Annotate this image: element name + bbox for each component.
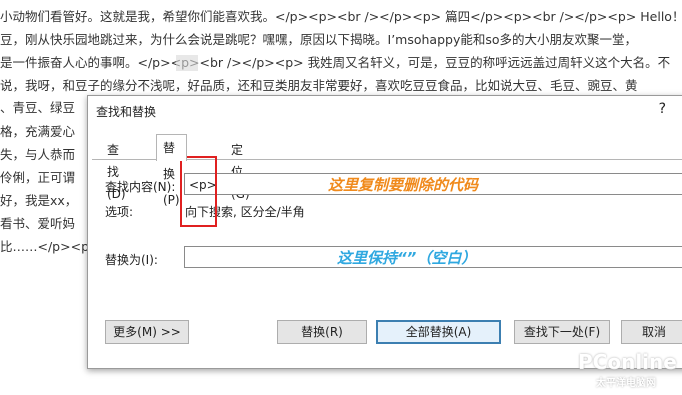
doc-line: 豆，刚从快乐园地跳过来，为什么会说是跳呢？嘿嘿，原因以下揭晓。I’msohapp… [0,32,638,47]
tab-replace[interactable]: 替换(P) [156,134,187,207]
cancel-button[interactable]: 取消 [621,320,682,344]
doc-line: 失，与人恭而 [0,147,76,162]
doc-line: 、青豆、绿豆 [0,100,76,115]
help-icon[interactable]: ? [659,101,666,117]
doc-line: 看书、爱听妈 [0,216,76,231]
dialog-titlebar[interactable]: 查找和替换 ? [88,96,682,124]
more-button[interactable]: 更多(M) >> [105,320,189,344]
find-replace-dialog: 查找和替换 ? 查找(D) 替换(P) 定位(G) 查找内容(N): <p> 选… [87,95,682,369]
doc-line: 比……</p><p [0,239,90,254]
replace-button[interactable]: 替换(R) [277,320,367,344]
watermark-sub: 太平洋电脑网 [596,378,656,389]
options-label: 选项: [105,205,134,219]
annotation-keep-blank: 这里保持“”（空白） [337,249,477,267]
selection-highlight [176,55,198,71]
doc-line: 是一件振奋人心的事啊。</p><p><br /></p><p> 我姓周又名轩义，… [0,55,670,71]
doc-line-text: 是一件振奋人心的事啊。</p><p><br /></p><p> 我姓周又名轩义，… [0,55,671,70]
watermark-logo: PConline [578,350,677,374]
doc-line: 伶俐，正可谓 [0,170,76,185]
doc-line: 格，充满爱心 [0,124,76,139]
annotation-copy-code: 这里复制要删除的代码 [328,176,479,194]
replace-label: 替换为(I): [105,253,158,267]
find-next-button[interactable]: 查找下一处(F) [514,320,610,344]
doc-line: 小动物们看管好。这就是我，希望你们能喜欢我。</p><p><br /></p><… [0,9,682,24]
red-highlight-box [180,156,217,227]
doc-line: 好，我是xx， [0,193,78,208]
doc-line: 说，我呀，和豆子的缘分不浅呢，好品质，还和豆类朋友非常要好，喜欢吃豆豆食品，比如… [0,78,638,93]
replace-all-button[interactable]: 全部替换(A) [376,320,501,344]
dialog-title: 查找和替换 [96,105,157,119]
